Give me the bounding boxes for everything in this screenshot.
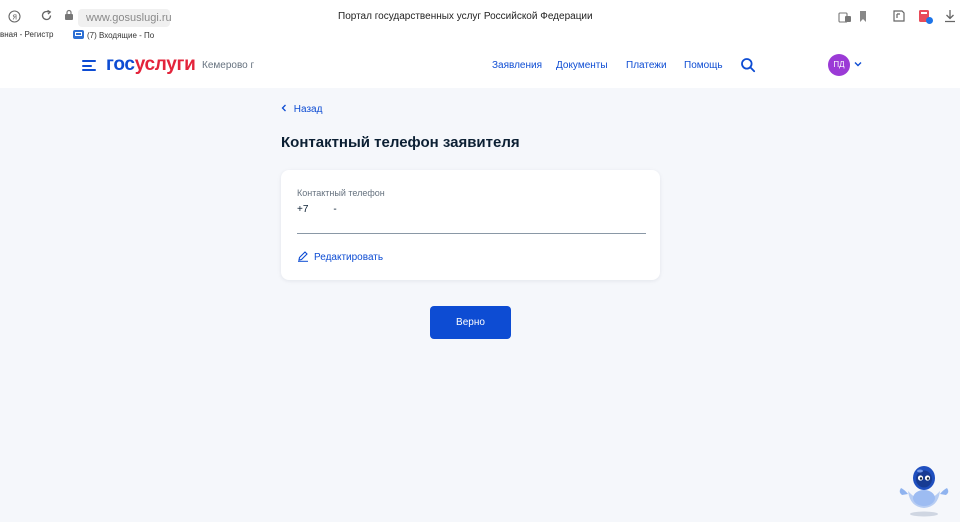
nav-applications[interactable]: Заявления xyxy=(492,60,542,71)
phone-field-value: +7 - xyxy=(297,204,337,215)
yandex-browser-icon[interactable]: Я xyxy=(8,10,21,26)
logo-part-gos: гос xyxy=(106,54,135,75)
extension-icon[interactable] xyxy=(918,9,934,28)
bookmark-item-inbox[interactable]: (7) Входящие - По xyxy=(73,30,154,40)
phone-card: Контактный телефон +7 - Редактировать xyxy=(281,170,660,280)
pencil-icon xyxy=(298,251,308,262)
edit-phone-label: Редактировать xyxy=(314,252,384,263)
window-title: Портал государственных услуг Российской … xyxy=(338,11,593,22)
nav-payments[interactable]: Платежи xyxy=(626,60,667,71)
reload-icon[interactable] xyxy=(40,9,53,25)
back-link[interactable]: Назад xyxy=(281,104,322,115)
menu-icon[interactable] xyxy=(82,60,96,71)
nav-documents[interactable]: Документы xyxy=(556,60,608,71)
mail-icon xyxy=(73,30,84,39)
city-selector[interactable]: Кемерово г xyxy=(202,60,254,71)
address-bar[interactable]: www.gosuslugi.ru xyxy=(78,9,172,27)
search-icon[interactable] xyxy=(740,57,756,73)
gosuslugi-logo[interactable]: госуслуги xyxy=(106,54,196,76)
browser-toolbar: Я www.gosuslugi.ru Портал государственны… xyxy=(0,0,960,44)
logo-part-uslugi: услуги xyxy=(134,54,196,75)
confirm-button[interactable]: Верно xyxy=(430,306,511,339)
page-title: Контактный телефон заявителя xyxy=(281,134,520,151)
chevron-left-icon xyxy=(281,104,294,115)
avatar[interactable]: ПД xyxy=(828,54,850,76)
nav-help[interactable]: Помощь xyxy=(684,60,723,71)
chevron-down-icon[interactable] xyxy=(854,59,862,69)
protect-icon[interactable] xyxy=(838,10,852,26)
download-icon[interactable] xyxy=(944,9,956,26)
bookmark-item-registry[interactable]: вная - Регистр xyxy=(0,30,54,39)
lock-icon xyxy=(64,9,74,24)
back-label: Назад xyxy=(293,104,323,115)
bookmark-icon[interactable] xyxy=(858,10,868,26)
assistant-robot-icon[interactable] xyxy=(896,461,952,517)
svg-text:Я: Я xyxy=(12,13,17,21)
field-divider xyxy=(297,233,646,234)
bookmark-inbox-label: (7) Входящие - По xyxy=(87,31,155,40)
collections-icon[interactable] xyxy=(892,9,906,26)
site-header: госуслуги Кемерово г Заявления Документы… xyxy=(0,44,960,88)
phone-field-label: Контактный телефон xyxy=(297,188,385,198)
edit-phone-link[interactable]: Редактировать xyxy=(297,250,383,263)
